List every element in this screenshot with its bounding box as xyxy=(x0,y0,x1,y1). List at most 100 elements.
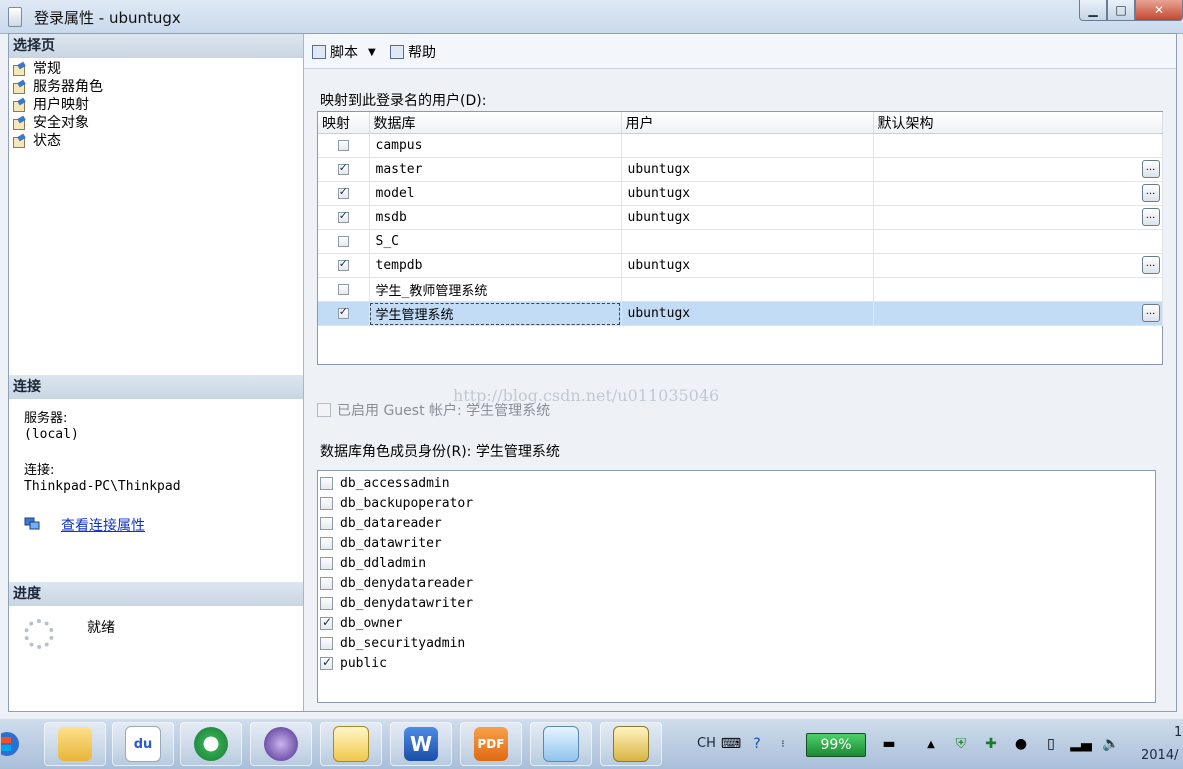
role-item[interactable]: db_accessadmin xyxy=(320,473,1155,493)
map-checkbox[interactable] xyxy=(337,140,349,151)
taskbar-ssms[interactable] xyxy=(600,722,662,766)
script-button[interactable]: 脚本 ▼ xyxy=(312,42,376,62)
user-cell[interactable]: ubuntugx xyxy=(621,253,874,278)
ime-options-icon[interactable]: ⁝ xyxy=(774,735,792,753)
default-schema-cell[interactable]: ... xyxy=(873,301,1163,326)
page-label: 状态 xyxy=(33,133,61,149)
map-checkbox[interactable] xyxy=(337,284,349,295)
column-header-map[interactable]: 映射 xyxy=(318,112,370,134)
default-schema-cell[interactable] xyxy=(873,229,1163,254)
map-checkbox[interactable] xyxy=(337,185,349,199)
device-icon[interactable]: ▯ xyxy=(1042,735,1060,753)
map-checkbox[interactable] xyxy=(337,305,349,319)
taskbar-pdf[interactable]: PDF xyxy=(460,722,522,766)
user-cell[interactable]: ubuntugx xyxy=(621,205,874,230)
clock-date[interactable]: 2014/ xyxy=(1141,748,1178,763)
taskbar-snipping-tool[interactable] xyxy=(320,722,382,766)
page-item[interactable]: 服务器角色 xyxy=(13,78,103,96)
page-item[interactable]: 常规 xyxy=(13,60,103,78)
role-checkbox[interactable] xyxy=(320,615,333,630)
script-label: 脚本 xyxy=(330,45,358,61)
user-cell[interactable]: ubuntugx xyxy=(621,301,874,326)
browse-schema-button[interactable]: ... xyxy=(1141,256,1160,274)
taskbar-notepad[interactable] xyxy=(530,722,592,766)
table-row[interactable]: tempdbubuntugx... xyxy=(318,253,1163,278)
help-button[interactable]: 帮助 xyxy=(390,42,436,62)
taskbar-ie[interactable] xyxy=(180,722,242,766)
browse-schema-button[interactable]: ... xyxy=(1141,184,1160,202)
close-button[interactable]: ✕ xyxy=(1135,0,1183,21)
user-cell[interactable] xyxy=(621,229,874,254)
role-item[interactable]: db_denydatawriter xyxy=(320,593,1155,613)
qq-icon[interactable]: ● xyxy=(1012,735,1030,753)
add-icon[interactable]: ✚ xyxy=(982,735,1000,753)
language-indicator[interactable]: CH xyxy=(697,736,716,751)
column-header-default-schema[interactable]: 默认架构 xyxy=(873,112,1163,134)
minimize-button[interactable]: ▁ xyxy=(1079,0,1107,21)
taskbar-eclipse[interactable] xyxy=(250,722,312,766)
map-checkbox[interactable] xyxy=(337,257,349,271)
clock-time[interactable]: 1 xyxy=(1174,725,1182,740)
page-item[interactable]: 安全对象 xyxy=(13,114,103,132)
keyboard-icon[interactable]: ⌨ xyxy=(721,735,741,753)
taskbar-file-explorer[interactable] xyxy=(44,722,106,766)
browse-schema-button[interactable]: ... xyxy=(1141,208,1160,226)
table-row[interactable]: S_C xyxy=(318,229,1163,254)
default-schema-cell[interactable]: ... xyxy=(873,181,1163,206)
table-row[interactable]: modelubuntugx... xyxy=(318,181,1163,206)
table-row[interactable]: campus xyxy=(318,133,1163,158)
help-tray-icon[interactable]: ? xyxy=(748,735,766,753)
browse-schema-button[interactable]: ... xyxy=(1141,160,1160,178)
volume-icon[interactable]: 🔈 xyxy=(1102,735,1120,753)
role-checkbox[interactable] xyxy=(320,536,333,550)
network-icon[interactable]: ▂▄ xyxy=(1070,735,1092,753)
role-item[interactable]: db_datawriter xyxy=(320,533,1155,553)
security-shield-icon[interactable]: ⛨ xyxy=(952,735,970,753)
default-schema-cell[interactable] xyxy=(873,277,1163,302)
chevron-down-icon[interactable]: ▼ xyxy=(368,47,376,58)
role-checkbox[interactable] xyxy=(320,516,333,530)
role-checkbox[interactable] xyxy=(320,496,333,510)
default-schema-cell[interactable] xyxy=(873,133,1163,158)
browse-schema-button[interactable]: ... xyxy=(1141,304,1160,322)
table-row[interactable]: 学生管理系统ubuntugx... xyxy=(318,301,1163,326)
role-item[interactable]: db_securityadmin xyxy=(320,633,1155,653)
default-schema-cell[interactable]: ... xyxy=(873,157,1163,182)
default-schema-cell[interactable]: ... xyxy=(873,205,1163,230)
role-checkbox[interactable] xyxy=(320,596,333,610)
role-checkbox[interactable] xyxy=(320,476,333,490)
user-cell[interactable]: ubuntugx xyxy=(621,181,874,206)
view-connection-properties-link[interactable]: 查看连接属性 xyxy=(61,515,145,535)
column-header-database[interactable]: 数据库 xyxy=(369,112,622,134)
map-checkbox[interactable] xyxy=(337,236,349,247)
role-item[interactable]: db_datareader xyxy=(320,513,1155,533)
start-button[interactable] xyxy=(0,722,22,766)
role-checkbox[interactable] xyxy=(320,576,333,590)
user-cell[interactable] xyxy=(621,133,874,158)
role-checkbox[interactable] xyxy=(320,655,333,670)
taskbar-word[interactable]: W xyxy=(390,722,452,766)
mapping-label: 映射到此登录名的用户(D): xyxy=(320,93,487,109)
user-cell[interactable]: ubuntugx xyxy=(621,157,874,182)
taskbar-baidu[interactable]: du xyxy=(112,722,174,766)
role-item[interactable]: db_denydatareader xyxy=(320,573,1155,593)
table-row[interactable]: 学生_教师管理系统 xyxy=(318,277,1163,302)
user-cell[interactable] xyxy=(621,277,874,302)
role-item[interactable]: public xyxy=(320,653,1155,673)
role-item[interactable]: db_backupoperator xyxy=(320,493,1155,513)
column-header-user[interactable]: 用户 xyxy=(621,112,874,134)
role-checkbox[interactable] xyxy=(320,636,333,650)
role-item[interactable]: db_owner xyxy=(320,613,1155,633)
power-plug-icon[interactable]: ▬ xyxy=(880,735,898,753)
table-row[interactable]: masterubuntugx... xyxy=(318,157,1163,182)
table-row[interactable]: msdbubuntugx... xyxy=(318,205,1163,230)
page-item[interactable]: 用户映射 xyxy=(13,96,103,114)
show-hidden-icons[interactable]: ▲ xyxy=(922,735,940,753)
default-schema-cell[interactable]: ... xyxy=(873,253,1163,278)
map-checkbox[interactable] xyxy=(337,161,349,175)
page-item[interactable]: 状态 xyxy=(13,132,103,150)
maximize-button[interactable]: □ xyxy=(1107,0,1135,21)
map-checkbox[interactable] xyxy=(337,209,349,223)
role-item[interactable]: db_ddladmin xyxy=(320,553,1155,573)
role-checkbox[interactable] xyxy=(320,556,333,570)
